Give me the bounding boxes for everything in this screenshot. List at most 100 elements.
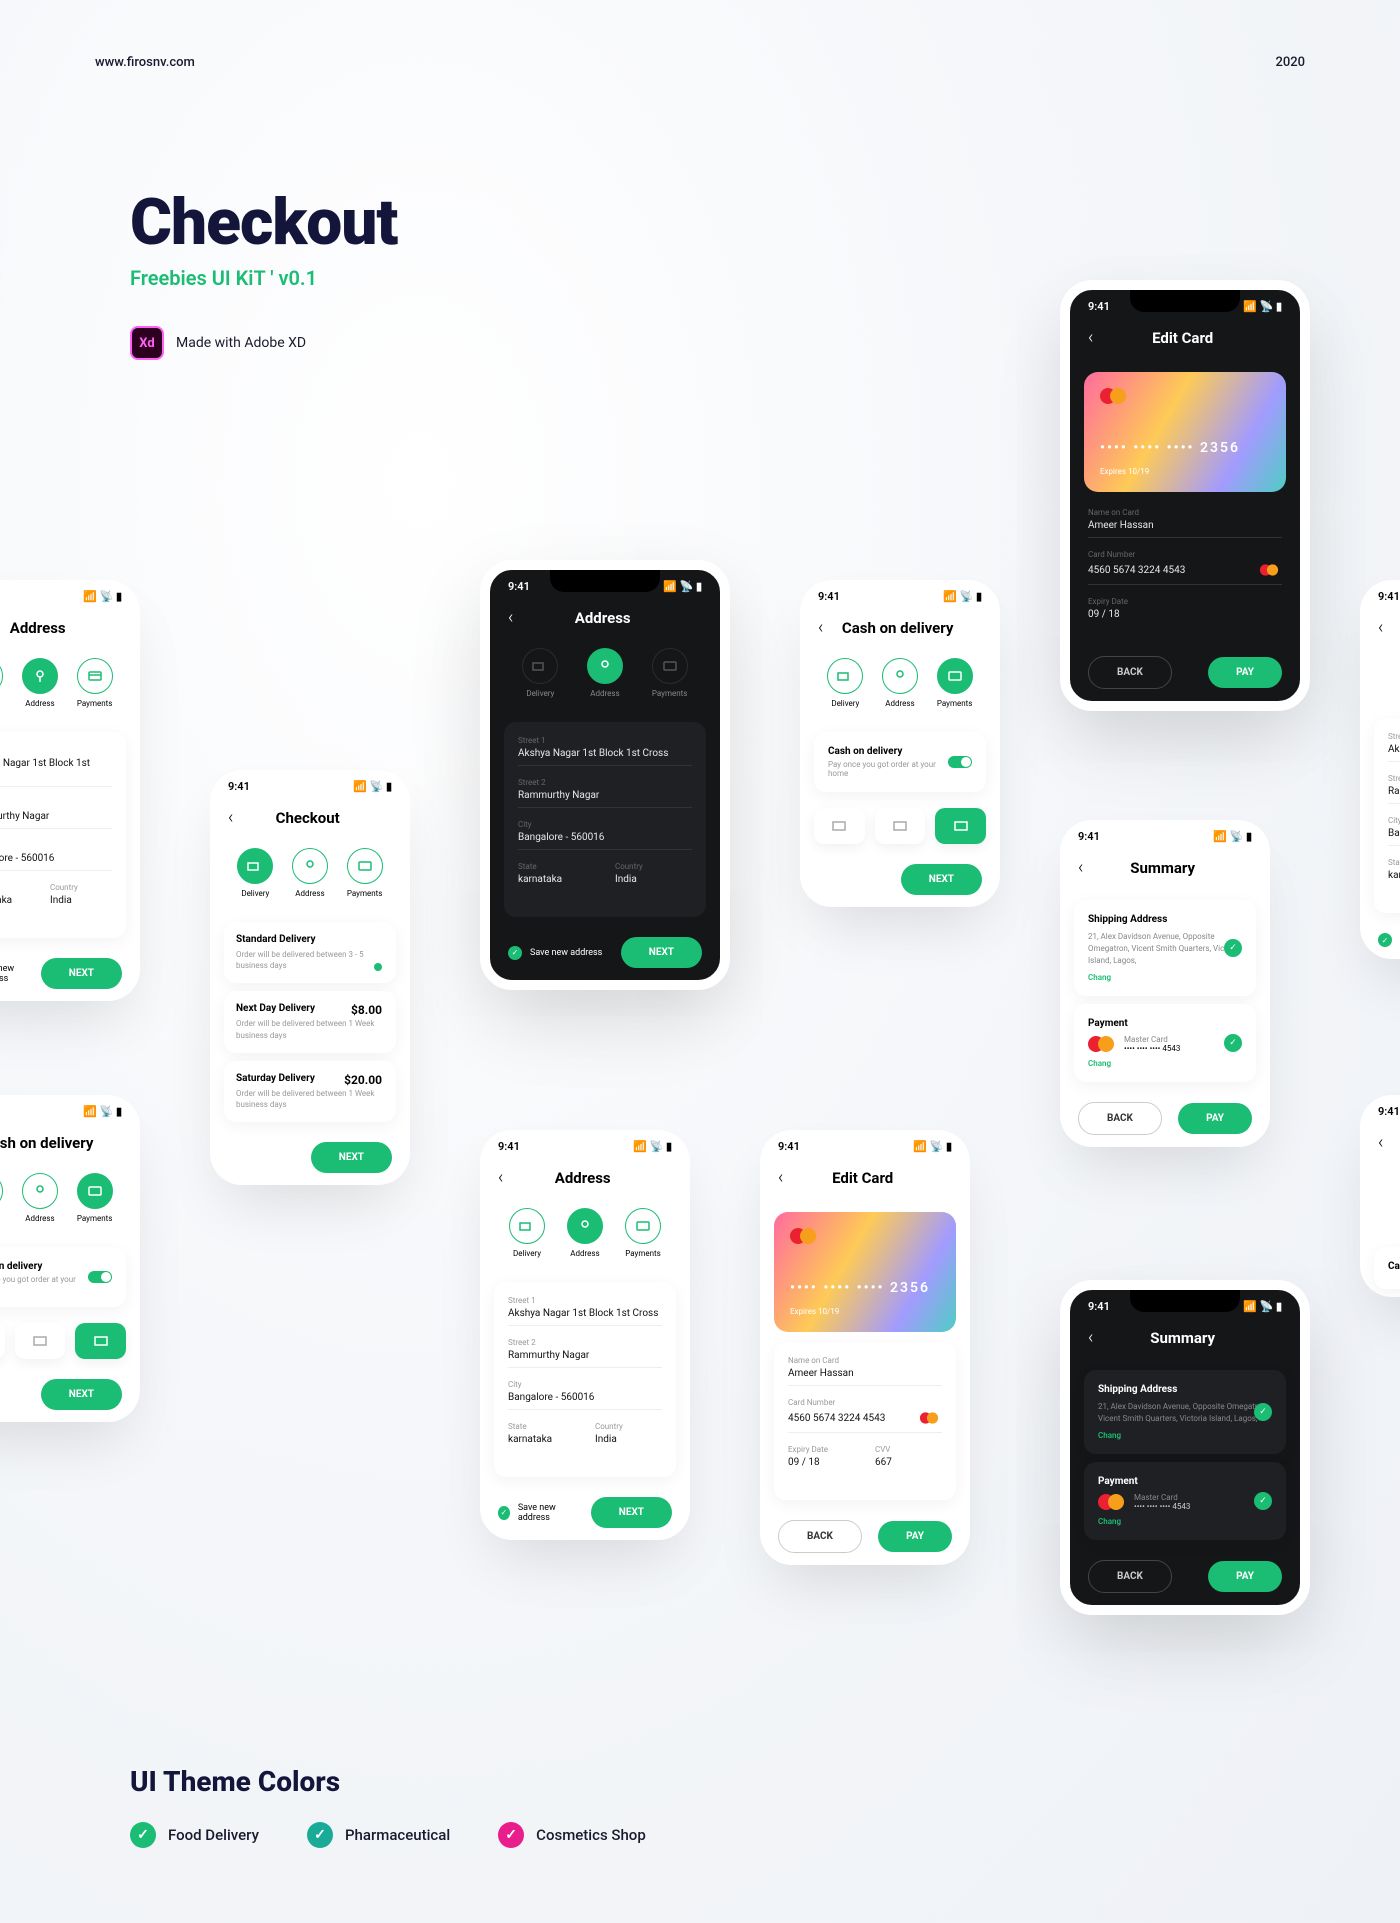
- step-delivery[interactable]: Delivery: [237, 848, 273, 898]
- pay-method-3[interactable]: [935, 808, 986, 844]
- save-address-toggle[interactable]: ✓Save new address: [0, 964, 29, 984]
- pay-button[interactable]: PAY: [1178, 1103, 1252, 1134]
- cod-screen-light-2: 9:41📶 📡 ▮ ‹Cash on delivery Delivery Add…: [0, 1095, 140, 1422]
- check-icon: ✓: [130, 1822, 156, 1848]
- step-address[interactable]: Address: [882, 658, 918, 708]
- country-input[interactable]: India: [50, 895, 112, 912]
- street2-input[interactable]: Rammurthy Nagar: [0, 811, 112, 829]
- street1-input[interactable]: Akshya Nagar 1st Block 1st Cross: [518, 748, 692, 766]
- credit-card-visual: •••• •••• •••• 2356 Expires 10/19: [1084, 372, 1286, 492]
- address-screen-light-right: 9:41📶 📡 ▮ ‹ Street 1Akshy Street 2Ramm C…: [1360, 580, 1400, 959]
- next-button[interactable]: NEXT: [311, 1142, 392, 1173]
- city-input[interactable]: Bangalore - 560016: [518, 832, 692, 850]
- next-button[interactable]: NEXT: [621, 937, 702, 968]
- step-payments[interactable]: Payments: [77, 658, 113, 708]
- payment-card: Payment Master Card•••• •••• •••• 4543 C…: [1074, 1004, 1256, 1082]
- mastercard-icon: [1100, 388, 1270, 404]
- edit-card-screen-light: 9:41📶 📡 ▮ ‹Edit Card •••• •••• •••• 2356…: [760, 1130, 970, 1565]
- pay-button[interactable]: PAY: [878, 1521, 952, 1552]
- saturday-delivery-option[interactable]: Saturday DeliveryOrder will be delivered…: [224, 1061, 396, 1122]
- back-icon[interactable]: ‹: [1088, 327, 1093, 348]
- summary-screen-light: 9:41📶 📡 ▮ ‹Summary Shipping Address 21, …: [1060, 820, 1270, 1147]
- made-with-label: Made with Adobe XD: [176, 335, 306, 351]
- year: 2020: [1275, 55, 1305, 70]
- pay-method-2[interactable]: [875, 808, 926, 844]
- nextday-delivery-option[interactable]: Next Day DeliveryOrder will be delivered…: [224, 991, 396, 1052]
- save-address-toggle[interactable]: ✓Save new address: [508, 946, 602, 960]
- back-icon[interactable]: ‹: [818, 617, 823, 638]
- wallet-icon: [831, 818, 847, 834]
- back-icon[interactable]: ‹: [778, 1167, 783, 1188]
- theme-cosmetics: ✓Cosmetics Shop: [498, 1822, 646, 1848]
- back-icon[interactable]: ‹: [508, 607, 513, 628]
- pay-method-1[interactable]: [814, 808, 865, 844]
- location-icon: [32, 668, 48, 684]
- back-icon[interactable]: ‹: [1378, 617, 1383, 638]
- cod-screen-light: 9:41📶 📡 ▮ ‹Cash on delivery Delivery Add…: [800, 580, 1000, 907]
- city-input[interactable]: Bangalore - 560016: [0, 853, 112, 871]
- theme-colors-title: UI Theme Colors: [130, 1765, 646, 1798]
- step-payments[interactable]: Payments: [937, 658, 973, 708]
- cod-option[interactable]: Cash on deliveryPay once you got order a…: [0, 1247, 126, 1307]
- step-delivery[interactable]: Delivery: [0, 658, 3, 708]
- pay-button[interactable]: PAY: [1208, 1561, 1282, 1592]
- street1-input[interactable]: Akshya Nagar 1st Block 1st Cross: [0, 758, 112, 787]
- change-link[interactable]: Chang: [1098, 1431, 1272, 1440]
- expiry-input[interactable]: 09 / 18: [1088, 609, 1282, 626]
- state-input[interactable]: karnataka: [0, 895, 30, 912]
- back-button[interactable]: BACK: [1078, 1102, 1162, 1135]
- theme-pharmaceutical: ✓Pharmaceutical: [307, 1822, 450, 1848]
- cod-toggle[interactable]: [88, 1271, 112, 1283]
- change-link[interactable]: Chang: [1088, 1059, 1242, 1068]
- cash-icon: [892, 818, 908, 834]
- edit-card-screen-dark: 9:41📶 📡 ▮ ‹Edit Card •••• •••• •••• 2356…: [1060, 280, 1310, 711]
- status-icons: 📶 📡 ▮: [83, 590, 122, 603]
- credit-card-visual: •••• •••• •••• 2356 Expires 10/19: [774, 1212, 956, 1332]
- step-delivery[interactable]: Delivery: [522, 648, 558, 698]
- cardnumber-input[interactable]: 4560 5674 3224 4543: [1088, 562, 1282, 585]
- back-icon[interactable]: ‹: [228, 807, 233, 828]
- next-button[interactable]: NEXT: [41, 1379, 122, 1410]
- step-address[interactable]: Address: [292, 848, 328, 898]
- step-address[interactable]: Address: [22, 658, 58, 708]
- payment-card: Payment Master Card•••• •••• •••• 4543 C…: [1084, 1462, 1286, 1540]
- address-screen-light-partial: 9:41📶 📡 ▮ ‹Address Delivery Address Paym…: [0, 580, 140, 1001]
- hero: Checkout Freebies UI KiT ' v0.1 Xd Made …: [130, 185, 397, 360]
- theme-colors-section: UI Theme Colors ✓Food Delivery ✓Pharmace…: [130, 1765, 646, 1848]
- step-payments[interactable]: Payments: [652, 648, 688, 698]
- back-button[interactable]: BACK: [1088, 1560, 1172, 1593]
- hero-title: Checkout: [130, 185, 397, 260]
- address-screen-dark: 9:41📶 📡 ▮ ‹Address Delivery Address Paym…: [480, 560, 730, 990]
- back-button[interactable]: BACK: [778, 1520, 862, 1553]
- back-icon[interactable]: ‹: [1078, 857, 1083, 878]
- back-icon[interactable]: ‹: [498, 1167, 503, 1188]
- summary-screen-dark: 9:41📶 📡 ▮ ‹Summary Shipping Address 21, …: [1060, 1280, 1310, 1615]
- theme-food-delivery: ✓Food Delivery: [130, 1822, 259, 1848]
- step-payments[interactable]: Payments: [347, 848, 383, 898]
- check-icon: ✓: [307, 1822, 333, 1848]
- xd-icon: Xd: [130, 326, 164, 360]
- cod-option[interactable]: Cash on deliveryPay once you got order a…: [814, 732, 986, 792]
- back-icon[interactable]: ‹: [1088, 1327, 1093, 1348]
- change-link[interactable]: Chang: [1098, 1517, 1272, 1526]
- standard-delivery-option[interactable]: Standard DeliveryOrder will be delivered…: [224, 922, 396, 983]
- step-address[interactable]: Address: [587, 648, 623, 698]
- site-url[interactable]: www.firosnv.com: [95, 55, 195, 70]
- cod-toggle[interactable]: [948, 756, 972, 768]
- next-button[interactable]: NEXT: [591, 1497, 672, 1528]
- street2-input[interactable]: Rammurthy Nagar: [518, 790, 692, 808]
- card-icon: [953, 818, 969, 834]
- next-button[interactable]: NEXT: [901, 864, 982, 895]
- back-button[interactable]: BACK: [1088, 656, 1172, 689]
- change-link[interactable]: Chang: [1088, 973, 1242, 982]
- checkout-delivery-screen: 9:41📶 📡 ▮ ‹Checkout Delivery Address Pay…: [210, 770, 410, 1185]
- hero-subtitle: Freebies UI KiT ' v0.1: [130, 266, 397, 290]
- next-button[interactable]: NEXT: [41, 958, 122, 989]
- address-screen-light-full: 9:41📶 📡 ▮ ‹Address Delivery Address Paym…: [480, 1130, 690, 1540]
- shipping-address-card: Shipping Address 21, Alex Davidson Avenu…: [1084, 1370, 1286, 1454]
- step-delivery[interactable]: Delivery: [827, 658, 863, 708]
- pay-button[interactable]: PAY: [1208, 657, 1282, 688]
- cardname-input[interactable]: Ameer Hassan: [1088, 520, 1282, 538]
- card-icon: [87, 668, 103, 684]
- check-icon: ✓: [1224, 939, 1242, 957]
